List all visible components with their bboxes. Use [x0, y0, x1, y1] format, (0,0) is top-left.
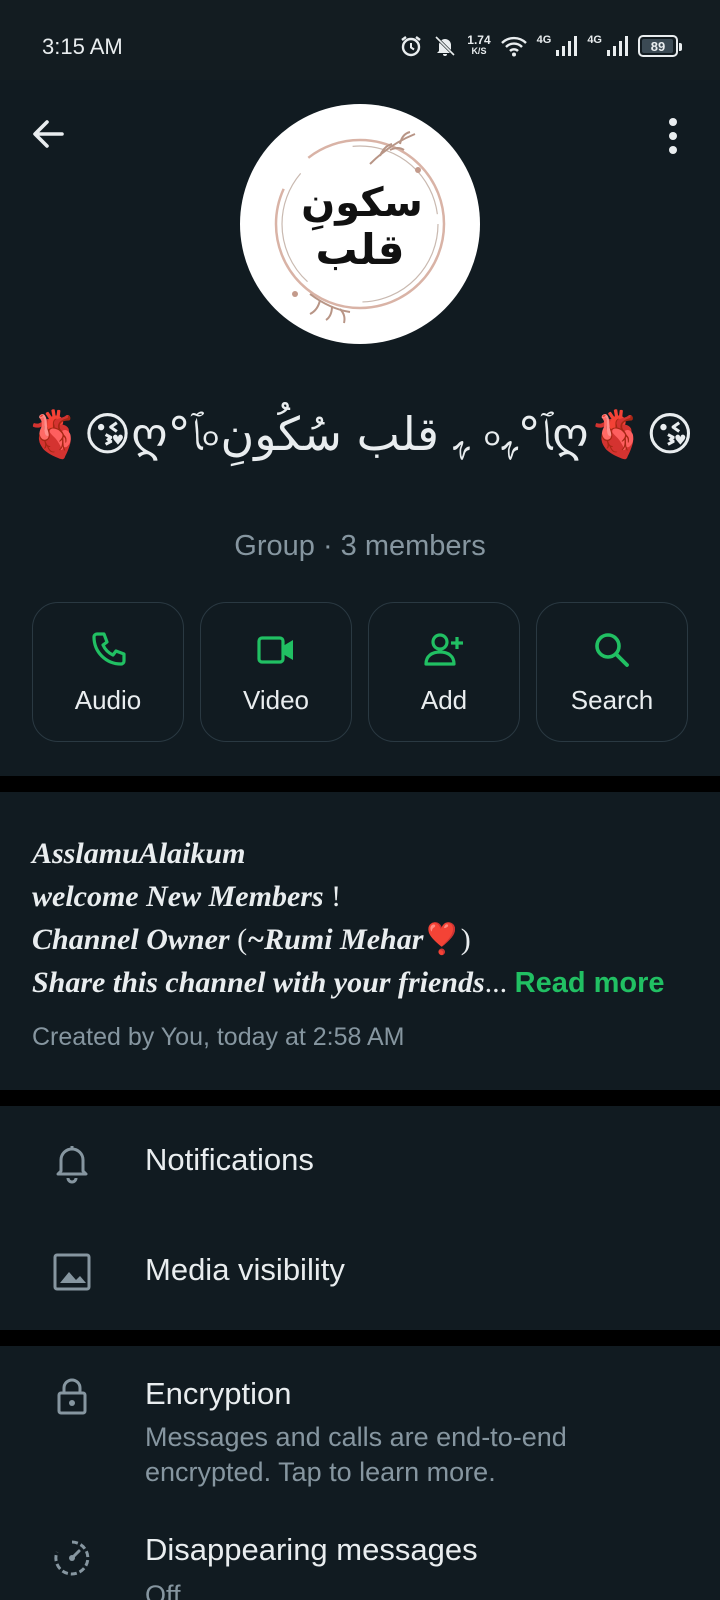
description-line4: Share this channel with your friends... … [32, 961, 688, 1005]
media-visibility-row[interactable]: Media visibility [0, 1218, 720, 1330]
search-label: Search [570, 684, 654, 715]
video-label: Video [242, 684, 310, 715]
avatar-artwork: سکونِ قلب [274, 131, 446, 324]
back-arrow-icon[interactable] [28, 114, 68, 154]
heart-exclamation-emoji: ❣️ [423, 923, 461, 956]
description-line2-text: welcome New Members [32, 880, 324, 913]
signal-label-1: 4G [536, 34, 552, 46]
lock-icon [57, 1378, 87, 1415]
encryption-row[interactable]: Encryption Messages and calls are end-to… [0, 1346, 720, 1506]
add-label: Add [420, 684, 468, 715]
description-text: AsslamuAlaikum welcome New Members ! Cha… [32, 832, 688, 1005]
encryption-label: Encryption [145, 1376, 292, 1411]
section-divider [0, 1090, 720, 1106]
more-options-icon[interactable] [666, 116, 680, 156]
media-visibility-label: Media visibility [145, 1252, 345, 1287]
bell-muted-icon [435, 35, 456, 57]
description-line2: welcome New Members ! [32, 875, 688, 918]
status-bar: 3:15 AM 1.74 K/S 4G 4G 89 [0, 0, 720, 80]
wifi-icon [500, 36, 527, 57]
notifications-label: Notifications [145, 1142, 314, 1177]
battery-level: 89 [650, 38, 666, 54]
search-icon [595, 632, 629, 667]
encryption-description: Messages and calls are end-to-end encryp… [145, 1422, 567, 1487]
group-avatar[interactable]: سکونِ قلب [240, 104, 480, 344]
network-speed-unit: K/S [471, 46, 487, 56]
description-line3: Channel Owner (~Rumi Mehar❣️) [32, 918, 688, 961]
audio-call-button[interactable]: Audio [32, 602, 184, 742]
signal-icon [556, 36, 578, 56]
alarm-icon [401, 36, 421, 57]
description-line3-name: ~Rumi Mehar [247, 923, 424, 956]
image-icon [53, 1253, 91, 1291]
add-person-icon [424, 632, 463, 666]
avatar-text-line2: قلب [315, 225, 404, 274]
network-speed: 1.74 K/S [467, 33, 491, 57]
add-member-button[interactable]: Add [368, 602, 520, 742]
description-line2-punct: ! [323, 880, 342, 913]
description-line3-close: ) [460, 923, 471, 956]
disappearing-messages-status: Off [145, 1580, 181, 1600]
group-name[interactable]: 🫀😘ღ°ﭑ৹ﮩ قلب سُکُونِ ৹ﭑ°ﮩღ🫀😘 [0, 400, 720, 476]
network-speed-value: 1.74 [467, 33, 491, 47]
settings-group-1: Notifications Media visibility [0, 1106, 720, 1330]
description-line4-text: Share this channel with your friends [32, 966, 485, 999]
video-call-button[interactable]: Video [200, 602, 352, 742]
action-buttons: Audio Video Add Search [32, 602, 688, 742]
group-meta: Group · 3 members [234, 530, 486, 562]
description-line3-owner: Channel Owner [32, 923, 238, 956]
signal-icon [607, 36, 628, 56]
disappearing-messages-row[interactable]: Disappearing messages Off [0, 1506, 720, 1600]
video-icon [257, 635, 293, 664]
battery-icon: 89 [638, 35, 682, 57]
section-divider [0, 1330, 720, 1346]
search-button[interactable]: Search [536, 602, 688, 742]
group-description[interactable]: AsslamuAlaikum welcome New Members ! Cha… [0, 792, 720, 1090]
settings-group-2: Encryption Messages and calls are end-to… [0, 1346, 720, 1600]
status-time: 3:15 AM [42, 34, 123, 59]
read-more-link[interactable]: Read more [515, 967, 665, 999]
section-divider [0, 776, 720, 792]
notifications-row[interactable]: Notifications [0, 1106, 720, 1218]
description-ellipsis: ... [484, 966, 508, 999]
group-header: سکونِ قلب 🫀😘ღ°ﭑ৹ﮩ قلب سُکُونِ ৹ﭑ°ﮩღ🫀😘 Gr… [0, 80, 720, 776]
bell-icon [56, 1146, 88, 1184]
description-line1: AsslamuAlaikum [32, 837, 246, 870]
created-info: Created by You, today at 2:58 AM [32, 1023, 405, 1051]
audio-label: Audio [74, 684, 142, 715]
status-icons: 1.74 K/S 4G 4G 89 [399, 30, 682, 62]
avatar-text-line1: سکونِ [301, 180, 423, 231]
description-line3-open: ( [237, 923, 248, 956]
timer-icon [54, 1540, 90, 1576]
disappearing-messages-label: Disappearing messages [145, 1532, 478, 1567]
phone-icon [92, 631, 126, 666]
signal-label-2: 4G [587, 34, 602, 46]
